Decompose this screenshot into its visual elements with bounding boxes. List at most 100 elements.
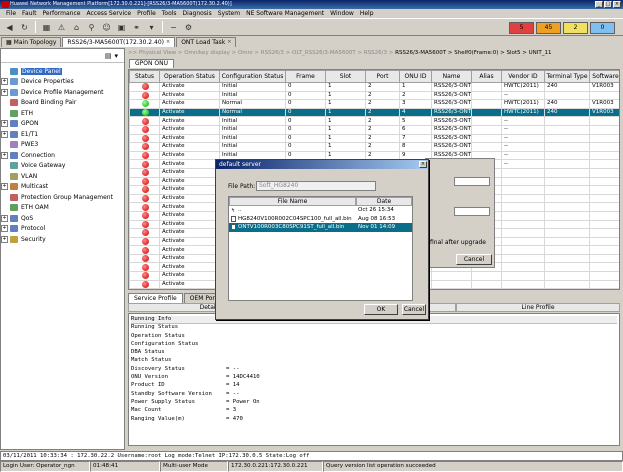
menu-item-ne-software-management[interactable]: NE Software Management (243, 10, 327, 17)
upgrade-select[interactable] (454, 177, 490, 186)
tree-item-device-panel[interactable]: Device Panel (1, 66, 124, 77)
tree-item-e1-t1[interactable]: + E1/T1 (1, 129, 124, 140)
expand-icon[interactable]: + (1, 130, 8, 138)
tree-node-icon (10, 109, 18, 117)
expand-icon[interactable]: + (1, 88, 8, 96)
back-cancel-button[interactable]: Cancel (456, 254, 492, 265)
home-icon[interactable]: ⌂ (70, 21, 83, 34)
menu-item-fault[interactable]: Fault (19, 10, 39, 17)
table-row[interactable]: Activate Initial 0 1 2 1 RSS26/3-ONT HWTC(2011)… (129, 82, 619, 92)
menu-item-help[interactable]: Help (357, 10, 377, 17)
tree-item-device-profile-management[interactable]: + Device Profile Management (1, 87, 124, 98)
cancel-button[interactable]: Cancel (402, 304, 426, 315)
ok-button[interactable]: OK (364, 304, 398, 315)
tree-item-eth[interactable]: ETH (1, 108, 124, 119)
expand-icon[interactable]: + (1, 235, 8, 243)
tab-ne[interactable]: RSS26/3-MA5600T(172.30.2.40) × (62, 37, 176, 47)
tab-main-topology[interactable]: ▦ Main Topology (1, 37, 62, 47)
table-row[interactable]: Activate Initial 0 1 2 5 RSS26/3-ONT -- (129, 116, 619, 126)
search-icon[interactable]: ⚲ (85, 21, 98, 34)
column-header[interactable]: Configuration Status (219, 70, 286, 83)
column-header[interactable]: Software (589, 70, 619, 83)
settings-icon[interactable]: ⚙ (182, 21, 195, 34)
column-header[interactable]: ONU ID (399, 70, 432, 83)
tab-gpon-onu[interactable]: GPON ONU (129, 59, 174, 68)
tree-item-vlan[interactable]: VLAN (1, 171, 124, 182)
expand-icon[interactable]: + (1, 225, 8, 233)
column-header[interactable]: Terminal Type (544, 70, 590, 83)
topology-icon[interactable]: ▦ (40, 21, 53, 34)
tree-item-board-binding-pair[interactable]: Board Binding Pair (1, 98, 124, 109)
tree-item-protocol[interactable]: + Protocol (1, 224, 124, 235)
column-header[interactable]: Alias (471, 70, 502, 83)
tab-service-profile[interactable]: Service Profile (128, 293, 183, 303)
alarm-count-badge[interactable]: 0 (590, 22, 615, 34)
tree-item-device-properties[interactable]: + Device Properties (1, 77, 124, 88)
column-header[interactable]: Frame (285, 70, 326, 83)
alarm-icon[interactable]: ⚠ (55, 21, 68, 34)
file-row[interactable]: ONTV100R003C80SPC91ST_full_all.bin Nov 01… (229, 223, 412, 232)
table-row[interactable]: Activate Normal 0 1 2 3 RSS26/3-ONT HWTC(2011) 2… (129, 99, 619, 109)
lock-icon[interactable]: ▣ (115, 21, 128, 34)
close-button[interactable]: × (613, 1, 621, 8)
menu-item-file[interactable]: File (3, 10, 19, 17)
line-profile-tab[interactable]: Line Profile (456, 303, 620, 312)
column-header[interactable]: Port (365, 70, 400, 83)
tab-ont-load-task[interactable]: ONT Load Task × (176, 37, 237, 47)
expand-icon[interactable]: + (1, 120, 8, 128)
column-header[interactable]: Operation Status (159, 70, 220, 83)
alarm-count-badge[interactable]: 2 (563, 22, 588, 34)
menu-item-system[interactable]: System (215, 10, 243, 17)
dropdown-icon[interactable]: ▾ (145, 21, 158, 34)
expand-icon[interactable]: + (1, 151, 8, 159)
tree-item-connection[interactable]: + Connection (1, 150, 124, 161)
dialog-close-icon[interactable]: × (419, 161, 427, 168)
table-cell: Activate (159, 90, 220, 101)
alarm-count-badge[interactable]: 45 (536, 22, 561, 34)
grid-view-icon[interactable]: ▤ (105, 52, 112, 60)
minimize-button[interactable]: _ (595, 1, 603, 8)
table-row[interactable]: Activate Initial 0 1 2 2 RSS26/3-ONT -- (129, 90, 619, 101)
column-header[interactable]: Vendor ID (501, 70, 545, 83)
expand-icon[interactable]: + (1, 78, 8, 86)
table-row[interactable]: Activate Initial 0 1 2 6 RSS26/3-ONT -- (129, 124, 619, 135)
menu-item-tools[interactable]: Tools (159, 10, 180, 17)
upgrade-file-input[interactable] (454, 207, 490, 216)
menu-item-diagnosis[interactable]: Diagnosis (180, 10, 215, 17)
file-row[interactable]: HG8240V100R002C04SPC100_full_all.bin Aug … (229, 215, 412, 224)
menu-item-profile[interactable]: Profile (134, 10, 159, 17)
close-tab-icon[interactable]: × (227, 38, 231, 47)
file-row[interactable]: ↰.. Oct 26 15:34 (229, 206, 412, 215)
column-header[interactable]: Name (431, 70, 472, 83)
file-name-header[interactable]: File Name (229, 197, 356, 206)
link-icon[interactable]: ⚭ (130, 21, 143, 34)
tree-item-pwe3[interactable]: PWE3 (1, 140, 124, 151)
tree-item-qos[interactable]: + QoS (1, 213, 124, 224)
table-row[interactable]: Activate Initial 0 1 2 8 RSS26/3-ONT -- (129, 142, 619, 152)
menu-item-access-service[interactable]: Access Service (83, 10, 134, 17)
back-icon[interactable]: ◀ (3, 21, 16, 34)
table-row[interactable]: Activate Normal 0 1 2 4 RSS26/3-ONT HWTC(2011) 2… (129, 107, 619, 118)
file-path-field[interactable]: Soft_HG8240 (256, 181, 376, 191)
tree-item-gpon[interactable]: + GPON (1, 119, 124, 130)
expand-icon[interactable]: + (1, 183, 8, 191)
refresh-icon[interactable]: ↻ (18, 21, 31, 34)
minus-icon[interactable]: − (167, 21, 180, 34)
column-header[interactable]: Status (129, 70, 160, 83)
tree-item-multicast[interactable]: + Multicast (1, 182, 124, 193)
tree-item-protection-group-management[interactable]: Protection Group Management (1, 192, 124, 203)
column-header[interactable]: Slot (325, 70, 366, 83)
close-tab-icon[interactable]: × (166, 38, 170, 47)
user-icon[interactable]: ☺ (100, 21, 113, 34)
table-row[interactable]: Activate Initial 0 1 2 7 RSS26/3-ONT -- (129, 133, 619, 144)
menu-item-window[interactable]: Window (327, 10, 357, 17)
chevron-down-icon[interactable]: ▾ (114, 52, 118, 60)
maximize-button[interactable]: □ (604, 1, 612, 8)
expand-icon[interactable]: + (1, 214, 8, 222)
tree-item-security[interactable]: + Security (1, 234, 124, 245)
tree-item-voice-gateway[interactable]: Voice Gateway (1, 161, 124, 172)
file-date-header[interactable]: Date (356, 197, 412, 206)
alarm-count-badge[interactable]: 5 (509, 22, 534, 34)
tree-item-eth-oam[interactable]: ETH OAM (1, 203, 124, 214)
menu-item-performance[interactable]: Performance (39, 10, 83, 17)
